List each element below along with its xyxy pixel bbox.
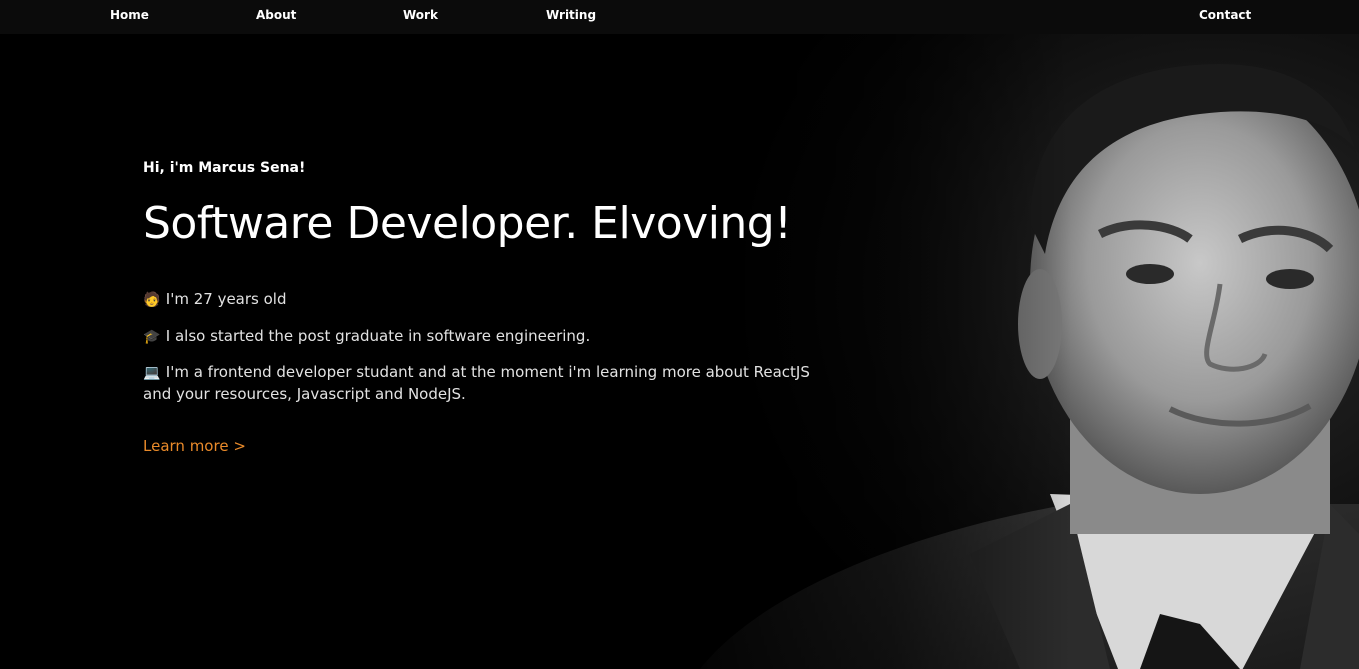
- greeting-text: Hi, i'm Marcus Sena!: [143, 160, 306, 176]
- profile-portrait: [640, 34, 1359, 669]
- fact-age: 🧑 I'm 27 years old: [143, 289, 823, 311]
- learn-more-link[interactable]: Learn more >: [143, 437, 246, 455]
- fact-education: 🎓 I also started the post graduate in so…: [143, 326, 823, 348]
- person-icon: 🧑: [143, 292, 161, 308]
- nav-link-contact[interactable]: Contact: [1199, 8, 1251, 22]
- nav-link-home[interactable]: Home: [110, 8, 149, 22]
- fact-age-text: I'm 27 years old: [165, 290, 287, 308]
- top-navigation: Home About Work Writing Contact: [0, 0, 1359, 34]
- fact-learning-text: I'm a frontend developer studant and at …: [143, 363, 810, 403]
- laptop-icon: 💻: [143, 365, 161, 381]
- graduation-cap-icon: 🎓: [143, 329, 161, 345]
- nav-link-writing[interactable]: Writing: [546, 8, 596, 22]
- nav-link-work[interactable]: Work: [403, 8, 438, 22]
- hero-headline: Software Developer. Elvoving!: [143, 198, 792, 249]
- nav-link-about[interactable]: About: [256, 8, 296, 22]
- fact-learning: 💻 I'm a frontend developer studant and a…: [143, 362, 823, 405]
- fact-education-text: I also started the post graduate in soft…: [165, 327, 591, 345]
